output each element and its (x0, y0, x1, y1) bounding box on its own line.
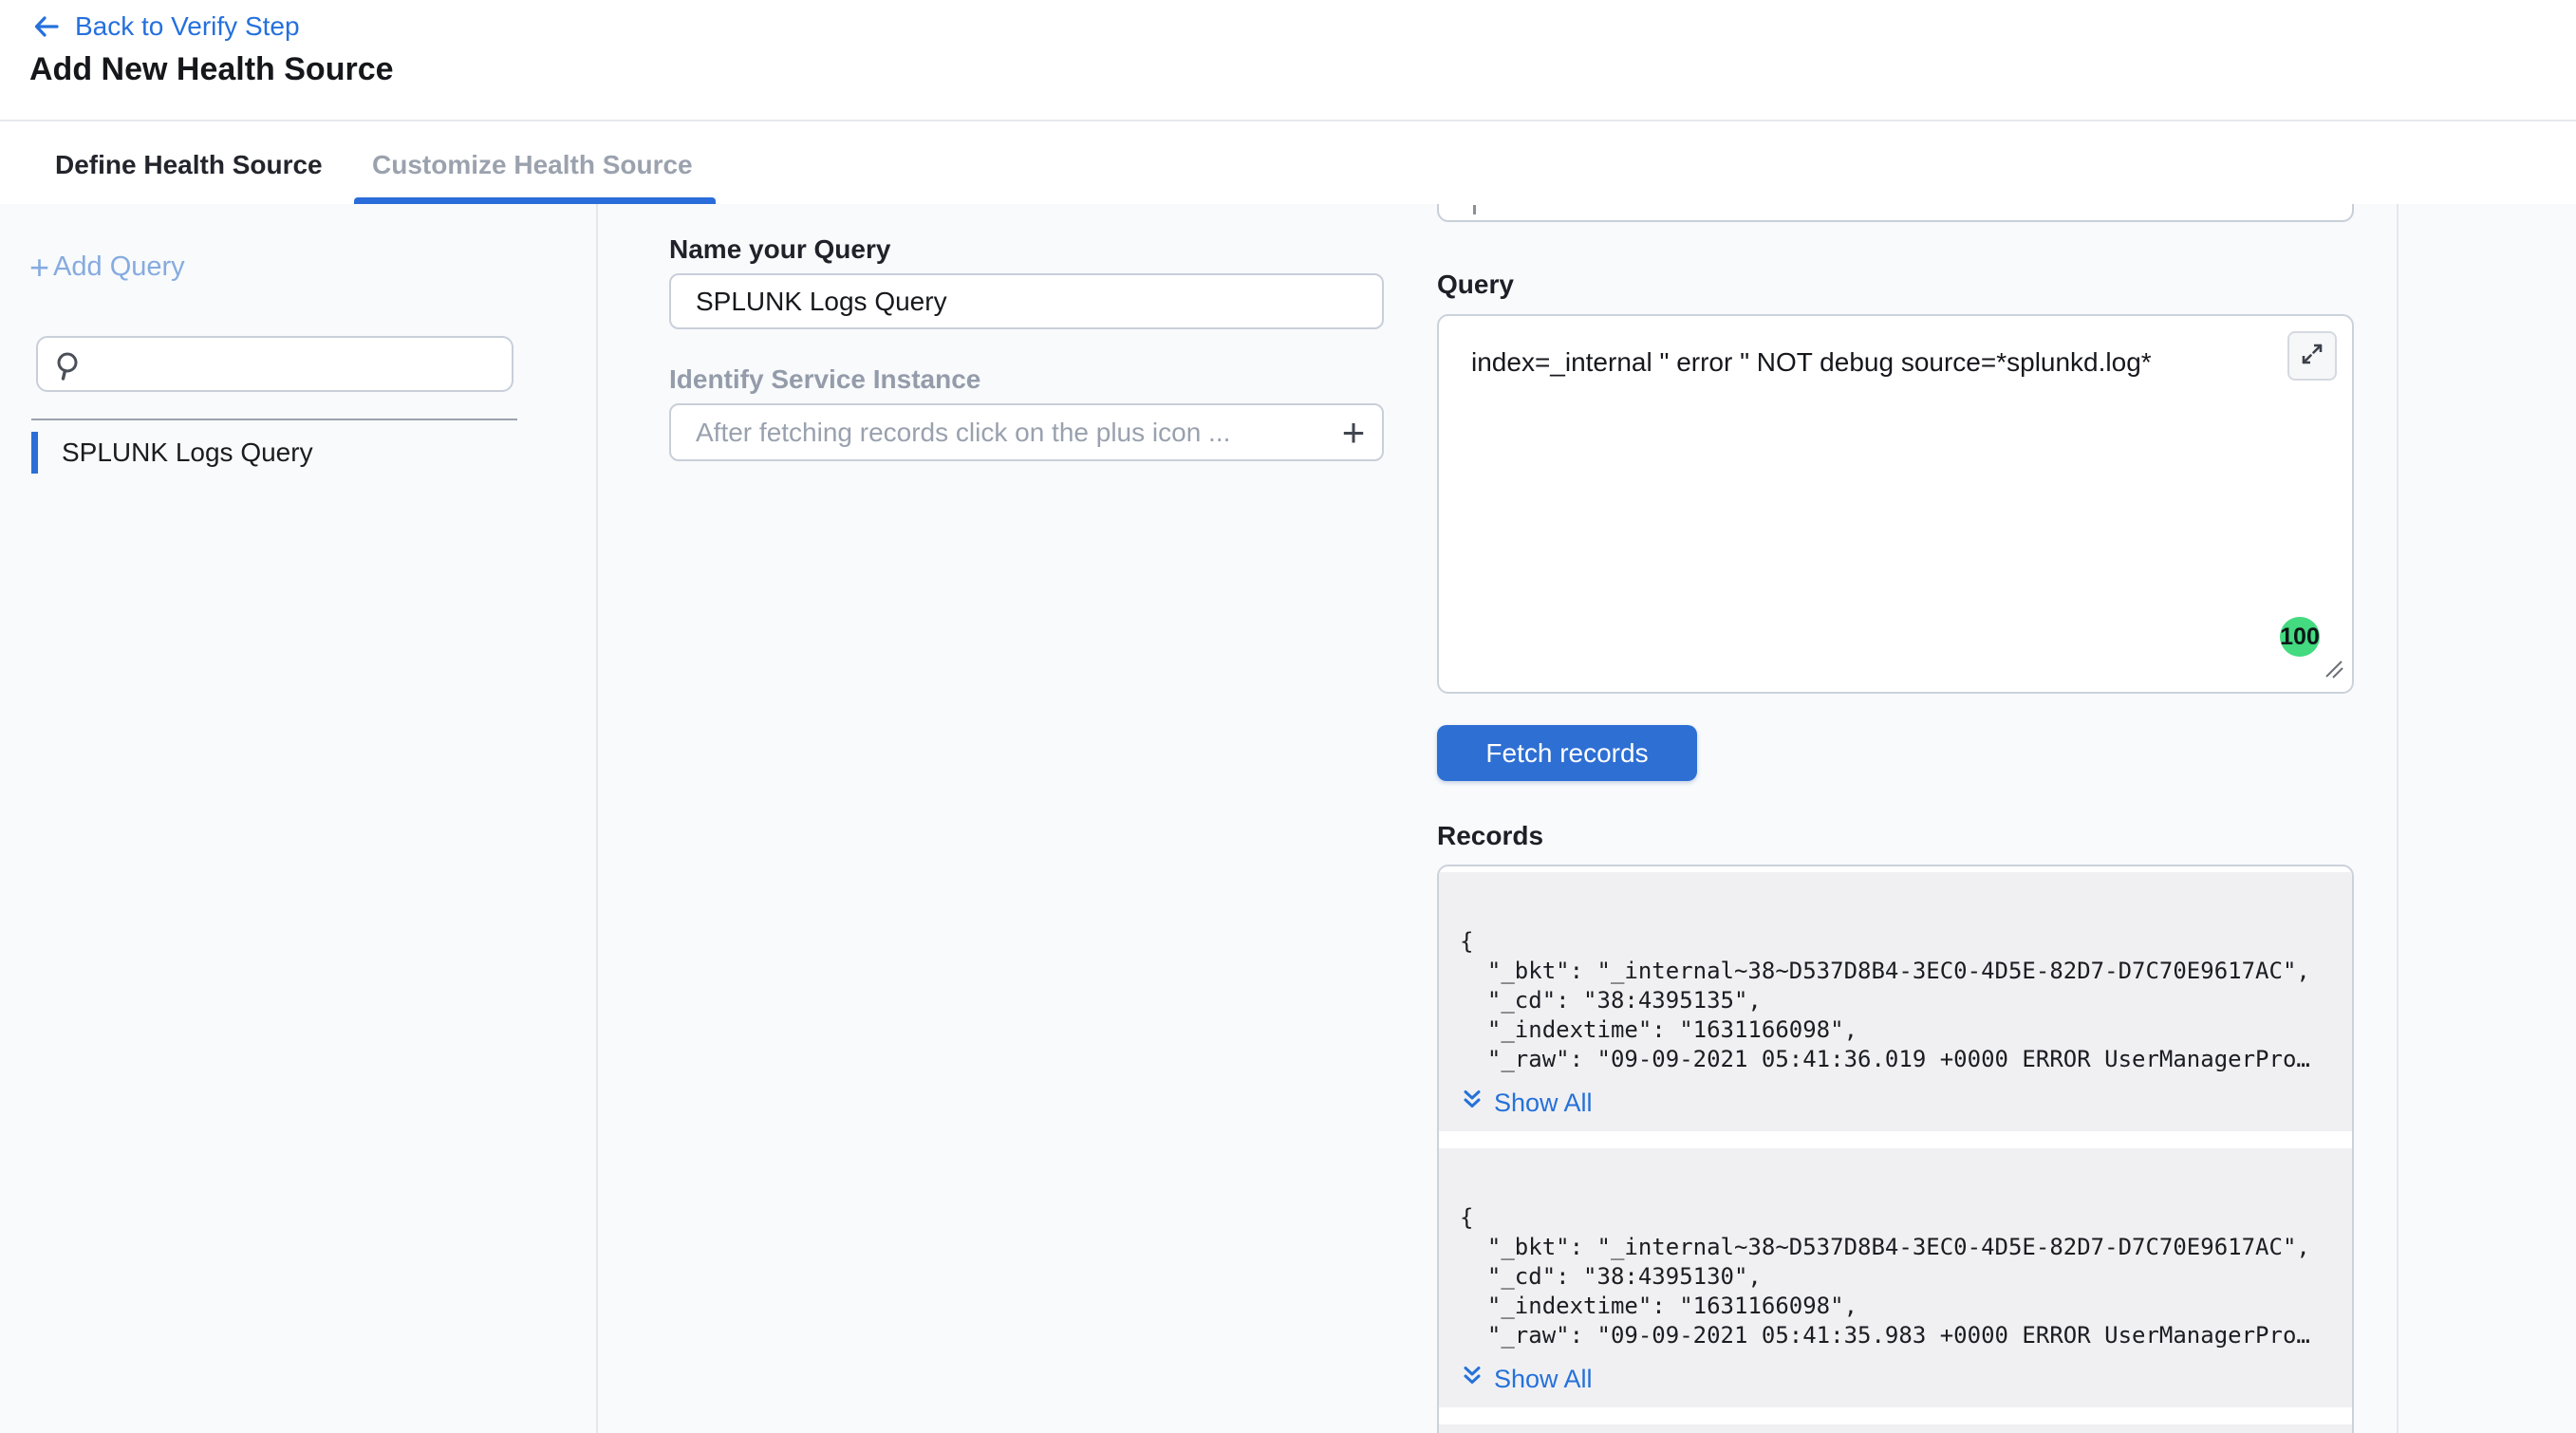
plus-icon: + (1342, 410, 1366, 456)
record-item-1: { "_bkt": "_internal~38~D537D8B4-3EC0-4D… (1439, 872, 2352, 1131)
show-all-label: Show All (1494, 1089, 1593, 1118)
query-label: Query (1437, 270, 1514, 300)
query-item-label: SPLUNK Logs Query (62, 437, 313, 468)
app-window: Back to Verify Step Add New Health Sourc… (0, 0, 2576, 1433)
back-arrow-icon (31, 11, 62, 42)
service-instance-plus-button[interactable]: + (1327, 405, 1380, 459)
query-textarea[interactable]: index=_internal " error " NOT debug sour… (1437, 314, 2354, 694)
tab-bar: Define Health Source Customize Health So… (0, 120, 2576, 204)
content-area: + Add Query SPLUNK Logs Query Name your … (0, 204, 2576, 1433)
show-all-link[interactable]: Show All (1460, 1086, 1593, 1120)
page-header: Back to Verify Step Add New Health Sourc… (0, 0, 2576, 120)
tab-customize-health-source[interactable]: Customize Health Source (372, 150, 693, 180)
page-title: Add New Health Source (29, 51, 394, 88)
query-column: Query index=_internal " error " NOT debu… (1437, 204, 2358, 1433)
service-instance-label: Identify Service Instance (669, 364, 980, 395)
record-json: { "_bkt": "_internal~38~D537D8B4-3EC0-4D… (1460, 1203, 2343, 1350)
resize-handle[interactable] (2323, 658, 2345, 685)
name-query-label: Name your Query (669, 234, 890, 265)
show-all-link[interactable]: Show All (1460, 1362, 1593, 1396)
selected-indicator-bar (31, 432, 38, 474)
double-chevron-down-icon (1460, 1364, 1484, 1395)
record-item-2: { "_bkt": "_internal~38~D537D8B4-3EC0-4D… (1439, 1148, 2352, 1407)
add-query-label: Add Query (53, 251, 185, 283)
back-to-verify-step-link[interactable]: Back to Verify Step (31, 11, 300, 42)
fetch-records-button[interactable]: Fetch records (1437, 725, 1697, 781)
expand-query-button[interactable] (2287, 331, 2337, 381)
expand-icon (2300, 342, 2324, 371)
right-column-divider (2397, 204, 2399, 1433)
records-panel: { "_bkt": "_internal~38~D537D8B4-3EC0-4D… (1437, 865, 2354, 1433)
back-link-label: Back to Verify Step (75, 11, 300, 42)
sidebar-item-splunk-logs-query[interactable]: SPLUNK Logs Query (31, 432, 313, 474)
records-label: Records (1437, 821, 1543, 851)
double-chevron-down-icon (1460, 1088, 1484, 1119)
search-input[interactable] (91, 340, 499, 388)
show-all-label: Show All (1494, 1365, 1593, 1394)
active-tab-underline (354, 197, 716, 204)
record-count-badge: 100 (2280, 617, 2320, 657)
query-name-input[interactable] (669, 273, 1384, 329)
query-text: index=_internal " error " NOT debug sour… (1471, 347, 2152, 378)
tab-define-health-source[interactable]: Define Health Source (55, 150, 323, 180)
record-item-3-partial (1439, 1424, 2352, 1433)
scrolled-input-partial[interactable] (1437, 204, 2354, 222)
add-query-button[interactable]: + Add Query (29, 251, 185, 283)
sidebar-divider (31, 419, 517, 420)
record-json: { "_bkt": "_internal~38~D537D8B4-3EC0-4D… (1460, 927, 2343, 1074)
plus-icon: + (29, 253, 49, 281)
service-instance-input[interactable] (669, 403, 1384, 461)
query-sidebar: + Add Query SPLUNK Logs Query (0, 204, 598, 1433)
text-caret (1473, 205, 1476, 214)
query-search-box (36, 336, 513, 392)
